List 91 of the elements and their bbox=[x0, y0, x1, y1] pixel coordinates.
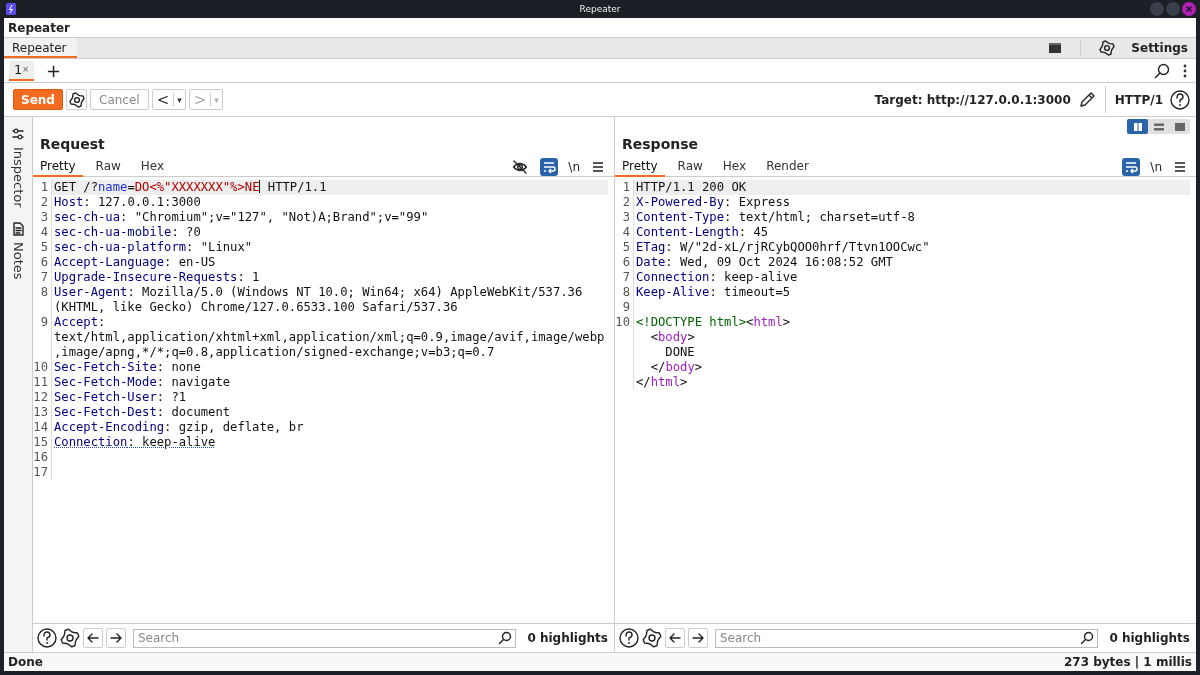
arrow-left-icon bbox=[669, 632, 681, 644]
layout-toggle[interactable] bbox=[1127, 119, 1148, 134]
code-line: sec-ch-ua: "Chromium";v="127", "Not)A;Brand";v="99" bbox=[53, 210, 430, 225]
wrap-icon[interactable] bbox=[540, 157, 559, 176]
newline-toggle[interactable]: \n bbox=[1150, 159, 1162, 174]
request-tab[interactable]: 1× bbox=[9, 60, 34, 81]
highlights-count: 0 highlights bbox=[527, 631, 608, 645]
arrow-right-icon bbox=[692, 632, 704, 644]
code-line: Accept: text/html,application/xhtml+xml,application/xml;q=0.9,image/avif,image/webp,image/apng,*/*;q=0.8,application/signed-exchange;v=b3;q=0.7 bbox=[53, 315, 606, 360]
line-number: 13 bbox=[33, 405, 52, 420]
back-button[interactable] bbox=[665, 628, 685, 648]
code-line: sec-ch-ua-mobile: ?0 bbox=[53, 225, 202, 240]
arrow-right-icon bbox=[110, 632, 122, 644]
status-text: Done bbox=[8, 655, 43, 669]
line-number: 10 bbox=[615, 315, 634, 390]
code-line: Accept-Encoding: gzip, deflate, br bbox=[53, 420, 305, 435]
settings-icon[interactable] bbox=[60, 628, 80, 648]
code-line: ETag: W/"2d-xL/rjRCybQOO0hrf/Ttvn1OOCwc" bbox=[635, 240, 931, 255]
side-tab[interactable]: Notes bbox=[10, 221, 26, 280]
code-line: User-Agent: Mozilla/5.0 (Windows NT 10.0; Win64; x64) AppleWebKit/537.36 (KHTML, like Gecko) Chrome/127.0.6533.100 Safari/537.36 bbox=[53, 285, 584, 315]
line-number: 14 bbox=[33, 420, 52, 435]
settings-button[interactable]: Settings bbox=[1087, 38, 1196, 58]
view-tab[interactable]: Raw bbox=[88, 156, 128, 177]
line-number: 11 bbox=[33, 375, 52, 390]
app-title: Repeater bbox=[8, 20, 70, 35]
side-tab[interactable]: Inspector bbox=[10, 127, 26, 208]
settings-icon bbox=[68, 91, 85, 108]
target-label: Target: http://127.0.0.1:3000 bbox=[874, 92, 1071, 107]
panel-title: Response bbox=[622, 136, 700, 152]
view-tab[interactable]: Pretty bbox=[615, 156, 665, 177]
highlights-count: 0 highlights bbox=[1109, 631, 1190, 645]
code-line: Connection: keep-alive bbox=[53, 435, 217, 450]
line-number: 17 bbox=[33, 465, 52, 480]
panel-title: Request bbox=[40, 136, 106, 152]
status-info: 273 bytes | 1 millis bbox=[1063, 655, 1192, 669]
window-icon[interactable] bbox=[1048, 42, 1063, 54]
code-line: Keep-Alive: timeout=5 bbox=[635, 285, 792, 300]
view-tab[interactable]: Raw bbox=[670, 156, 710, 177]
add-tab-button[interactable]: + bbox=[46, 61, 62, 80]
line-number: 10 bbox=[33, 360, 52, 375]
more-icon[interactable] bbox=[1182, 62, 1188, 79]
settings-icon bbox=[1099, 40, 1116, 56]
eye-slash-icon[interactable] bbox=[512, 158, 529, 175]
sliders-icon bbox=[11, 127, 25, 141]
search-field[interactable]: Search bbox=[715, 628, 1099, 648]
view-tab[interactable]: Hex bbox=[715, 156, 754, 177]
forward-button[interactable] bbox=[106, 628, 126, 648]
code-line: sec-ch-ua-platform: "Linux" bbox=[53, 240, 254, 255]
back-button[interactable] bbox=[83, 628, 103, 648]
code-line: <!DOCTYPE html><html> <body> DONE </body> </html> bbox=[635, 315, 792, 390]
search-icon bbox=[1080, 630, 1095, 645]
search-field[interactable]: Search bbox=[133, 628, 517, 648]
menu-icon[interactable] bbox=[592, 160, 604, 173]
settings-button[interactable] bbox=[66, 89, 87, 110]
code-line: X-Powered-By: Express bbox=[635, 195, 792, 210]
settings-icon[interactable] bbox=[642, 628, 662, 648]
code-line: Sec-Fetch-Mode: navigate bbox=[53, 375, 232, 390]
view-tab[interactable]: Pretty bbox=[33, 156, 83, 177]
code-line: Host: 127.0.0.1:3000 bbox=[53, 195, 202, 210]
search-icon[interactable] bbox=[1154, 62, 1170, 79]
wrap-icon[interactable] bbox=[1122, 157, 1141, 176]
help-icon[interactable] bbox=[37, 628, 57, 648]
window-title: Repeater bbox=[579, 4, 621, 14]
view-tab[interactable]: Hex bbox=[133, 156, 172, 177]
help-icon[interactable] bbox=[619, 628, 639, 648]
code-line: Sec-Fetch-Dest: document bbox=[53, 405, 232, 420]
pencil-icon[interactable] bbox=[1077, 90, 1096, 109]
tool-tab[interactable]: Repeater bbox=[4, 38, 77, 58]
app-logo-icon bbox=[6, 3, 16, 15]
code-line: Upgrade-Insecure-Requests: 1 bbox=[53, 270, 261, 285]
line-number: 16 bbox=[33, 450, 52, 465]
code-line: Accept-Language: en-US bbox=[53, 255, 217, 270]
code-line: Sec-Fetch-User: ?1 bbox=[53, 390, 188, 405]
code-line: Connection: keep-alive bbox=[635, 270, 799, 285]
arrow-left-icon bbox=[87, 632, 99, 644]
code-line: Content-Length: 45 bbox=[635, 225, 770, 240]
protocol-label[interactable]: HTTP/1 bbox=[1114, 92, 1163, 107]
search-icon bbox=[498, 630, 513, 645]
newline-toggle[interactable]: \n bbox=[568, 159, 580, 174]
close-button[interactable] bbox=[1182, 2, 1196, 16]
code-line: Date: Wed, 09 Oct 2024 16:08:52 GMT bbox=[635, 255, 894, 270]
menu-icon[interactable] bbox=[1174, 160, 1186, 173]
code-line: Content-Type: text/html; charset=utf-8 bbox=[635, 210, 916, 225]
forward-button[interactable] bbox=[688, 628, 708, 648]
code-line: Sec-Fetch-Site: none bbox=[53, 360, 202, 375]
view-tab[interactable]: Render bbox=[759, 156, 816, 177]
dropdown-button[interactable]: ▾ bbox=[173, 93, 185, 106]
document-icon bbox=[11, 221, 25, 236]
line-number: 12 bbox=[33, 390, 52, 405]
help-icon[interactable] bbox=[1170, 89, 1190, 110]
line-number: 15 bbox=[33, 435, 52, 450]
